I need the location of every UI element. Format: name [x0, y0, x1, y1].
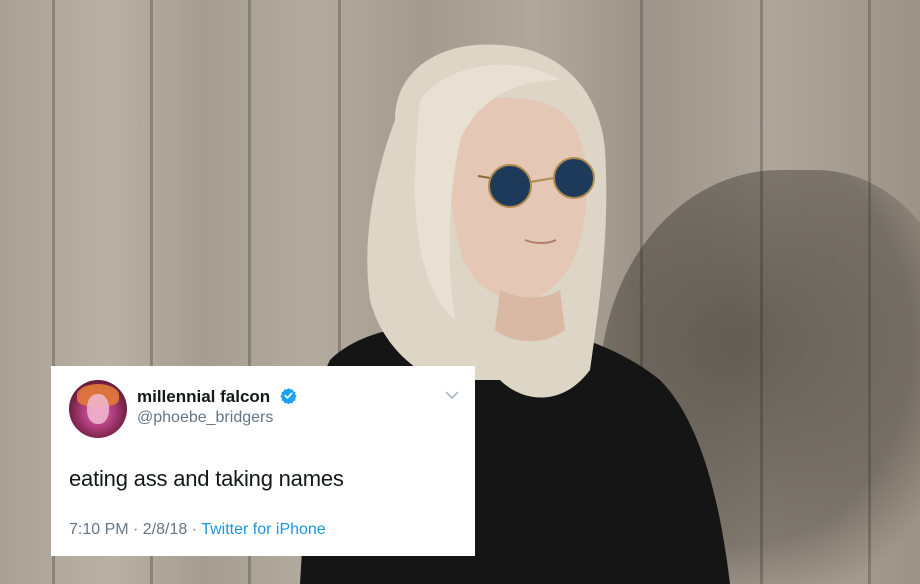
tweet-source-link[interactable]: Twitter for iPhone — [201, 521, 326, 538]
neck — [495, 290, 565, 342]
tweet-meta: 7:10 PM · 2/8/18 · Twitter for iPhone — [69, 521, 326, 539]
display-name[interactable]: millennial falcon — [137, 387, 297, 409]
timestamp[interactable]: 7:10 PM · 2/8/18 · — [69, 521, 201, 538]
chevron-down-icon[interactable] — [445, 390, 459, 400]
background-photo: millennial falcon @phoebe_bridgers eatin… — [0, 0, 920, 584]
avatar-face — [87, 394, 109, 424]
handle[interactable]: @phoebe_bridgers — [137, 409, 273, 427]
verified-badge-icon — [280, 387, 297, 409]
tweet-card[interactable]: millennial falcon @phoebe_bridgers eatin… — [51, 366, 475, 556]
display-name-text[interactable]: millennial falcon — [137, 387, 270, 406]
tweet-text: eating ass and taking names — [69, 466, 344, 491]
avatar[interactable] — [69, 380, 127, 438]
